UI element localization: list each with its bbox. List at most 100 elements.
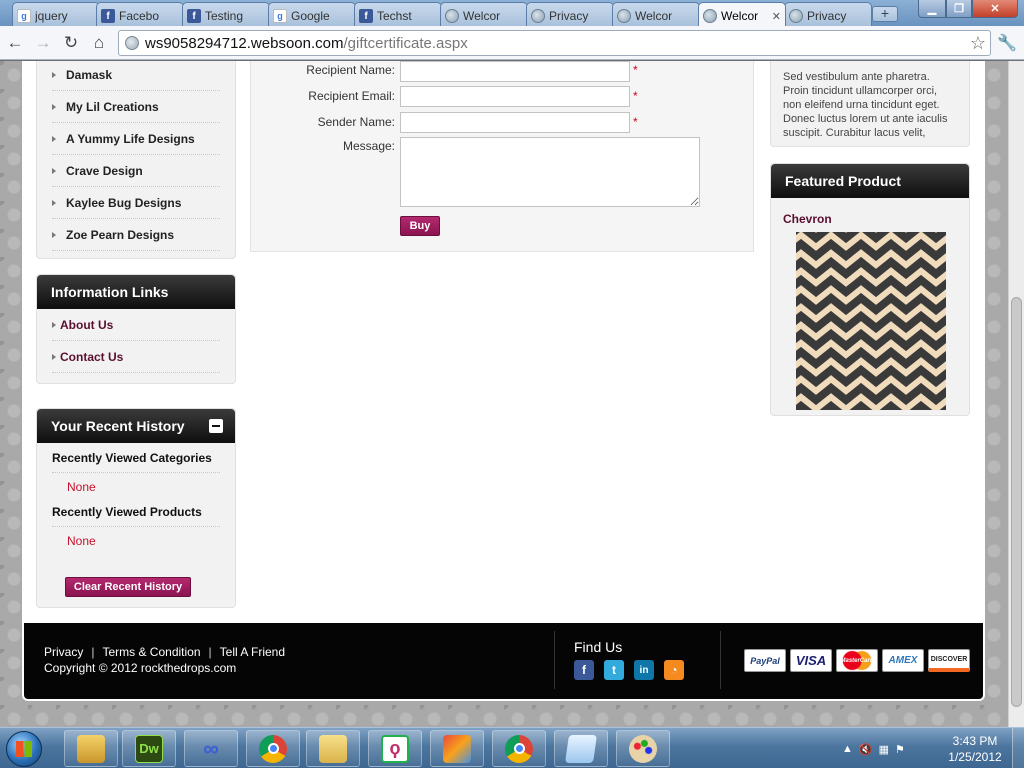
home-icon[interactable]: ⌂ — [88, 32, 110, 54]
required-mark: * — [633, 115, 638, 129]
forward-arrow-icon[interactable]: → — [32, 32, 54, 54]
sender-name-input[interactable] — [400, 112, 630, 133]
show-hidden-icons-icon[interactable]: ▲ — [842, 743, 853, 755]
recipient-email-input[interactable] — [400, 86, 630, 107]
dreamweaver-icon: Dw — [135, 734, 163, 763]
bookmark-star-icon[interactable]: ☆ — [970, 33, 986, 54]
show-desktop-button[interactable] — [1012, 728, 1024, 768]
chevron-product-image[interactable] — [796, 232, 946, 410]
recent-history-box: Your Recent History Recently Viewed Cate… — [36, 408, 236, 608]
windows-taskbar: Dw ∞ ϙ ▲ 🔇 ▦ ⚑ 3:43 PM 1/25/2012 — [0, 727, 1024, 768]
twitter-icon[interactable]: t — [604, 660, 624, 680]
terms-link[interactable]: Terms & Condition — [102, 645, 200, 659]
back-arrow-icon[interactable]: ← — [4, 32, 26, 54]
browser-tab[interactable]: g Google — [268, 2, 356, 26]
taskbar-app[interactable]: Dw — [122, 730, 176, 767]
new-tab-button[interactable]: + — [872, 6, 898, 22]
browser-tab[interactable]: f Testing — [182, 2, 270, 26]
taskbar-app[interactable] — [246, 730, 300, 767]
volume-muted-icon[interactable]: 🔇 — [859, 743, 873, 756]
close-tab-icon[interactable]: ✕ — [772, 10, 781, 23]
clock[interactable]: 3:43 PM 1/25/2012 — [944, 733, 1006, 765]
clear-recent-history-button[interactable]: Clear Recent History — [65, 577, 191, 597]
amex-card-icon: AMEX — [882, 649, 924, 672]
paint-icon — [629, 734, 657, 763]
recipient-name-input[interactable] — [400, 61, 630, 82]
clock-date: 1/25/2012 — [948, 750, 1002, 764]
category-link[interactable]: A Yummy Life Designs — [52, 123, 220, 155]
clock-time: 3:43 PM — [952, 734, 998, 748]
browser-tab[interactable]: g jquery — [12, 2, 100, 26]
category-link[interactable]: Kaylee Bug Designs — [52, 187, 220, 219]
arrow-right-icon — [52, 353, 56, 360]
taskbar-app[interactable] — [430, 730, 484, 767]
featured-product-name[interactable]: Chevron — [783, 212, 832, 226]
scrollbar-thumb[interactable] — [1011, 297, 1022, 707]
recent-products-value: None — [67, 534, 96, 548]
minimize-button[interactable]: ▁ — [918, 0, 946, 18]
browser-tab[interactable]: Privacy — [784, 2, 872, 26]
message-textarea[interactable] — [400, 137, 700, 207]
network-icon[interactable]: ▦ — [879, 743, 889, 756]
browser-tab[interactable]: Privacy — [526, 2, 614, 26]
taskbar-app[interactable] — [554, 730, 608, 767]
google-icon: g — [273, 9, 287, 23]
required-mark: * — [633, 63, 638, 77]
taskbar-app[interactable] — [492, 730, 546, 767]
about-us-link[interactable]: About Us — [52, 309, 220, 341]
arrow-right-icon — [52, 135, 56, 142]
arrow-right-icon — [52, 167, 56, 174]
linkedin-icon[interactable]: in — [634, 660, 654, 680]
browser-tab[interactable]: Welcor — [612, 2, 700, 26]
buy-button[interactable]: Buy — [400, 216, 440, 236]
arrow-right-icon — [52, 199, 56, 206]
footer-divider — [554, 631, 555, 689]
taskbar-app[interactable] — [64, 730, 118, 767]
globe-icon — [617, 9, 631, 23]
reload-icon[interactable]: ↻ — [60, 32, 82, 54]
featured-product-title: Featured Product — [771, 164, 969, 198]
category-link[interactable]: Damask — [52, 61, 220, 91]
taskbar-app[interactable] — [306, 730, 360, 767]
facebook-icon: f — [101, 9, 115, 23]
tell-a-friend-link[interactable]: Tell A Friend — [220, 645, 285, 659]
copyright-text: Copyright © 2012 rockthedrops.com — [44, 661, 237, 675]
recipient-email-label: Recipient Email: — [308, 89, 395, 103]
social-links: f t in ◔ — [574, 660, 684, 680]
privacy-link[interactable]: Privacy — [44, 645, 83, 659]
browser-tab[interactable]: f Techst — [354, 2, 442, 26]
start-button[interactable] — [6, 731, 42, 767]
maximize-button[interactable]: ❐ — [946, 0, 972, 18]
gift-certificate-form: Recipient Name: * Recipient Email: * Sen… — [250, 61, 754, 252]
browser-tab[interactable]: f Facebo — [96, 2, 184, 26]
arrow-right-icon — [52, 103, 56, 110]
browser-tab-active[interactable]: Welcor ✕ — [698, 2, 786, 26]
infinity-icon: ∞ — [203, 735, 219, 761]
address-bar[interactable]: ws9058294712.websoon.com/giftcertificate… — [118, 30, 991, 56]
recently-viewed-products-label: Recently Viewed Products — [52, 501, 220, 527]
browser-tab[interactable]: Welcor — [440, 2, 528, 26]
category-link[interactable]: Zoe Pearn Designs — [52, 219, 220, 251]
category-link[interactable]: My Lil Creations — [52, 91, 220, 123]
action-center-icon[interactable]: ⚑ — [895, 743, 905, 756]
taskbar-app[interactable]: ϙ — [368, 730, 422, 767]
contact-us-link[interactable]: Contact Us — [52, 341, 220, 373]
close-window-button[interactable]: ✕ — [972, 0, 1018, 18]
page-icon — [125, 36, 139, 50]
discover-card-icon: DISCOVER — [928, 649, 970, 672]
browser-tab-strip: g jquery f Facebo f Testing g Google f Techst… — [0, 0, 1024, 26]
facebook-icon[interactable]: f — [574, 660, 594, 680]
system-tray: ▲ 🔇 ▦ ⚑ — [842, 732, 905, 766]
vertical-scrollbar[interactable] — [1008, 61, 1024, 727]
taskbar-app[interactable]: ∞ — [184, 730, 238, 767]
visa-card-icon: VISA — [790, 649, 832, 672]
taskbar-app[interactable] — [616, 730, 670, 767]
windows-logo-icon — [16, 741, 32, 757]
footer-links: Privacy | Terms & Condition | Tell A Friend — [44, 645, 286, 659]
category-link[interactable]: Crave Design — [52, 155, 220, 187]
rss-icon[interactable]: ◔ — [664, 660, 684, 680]
facebook-icon: f — [359, 9, 373, 23]
collapse-icon[interactable] — [209, 419, 223, 433]
wrench-icon[interactable]: 🔧 — [996, 32, 1018, 54]
promo-text: Sed vestibulum ante pharetra. Proin tinc… — [783, 71, 948, 139]
